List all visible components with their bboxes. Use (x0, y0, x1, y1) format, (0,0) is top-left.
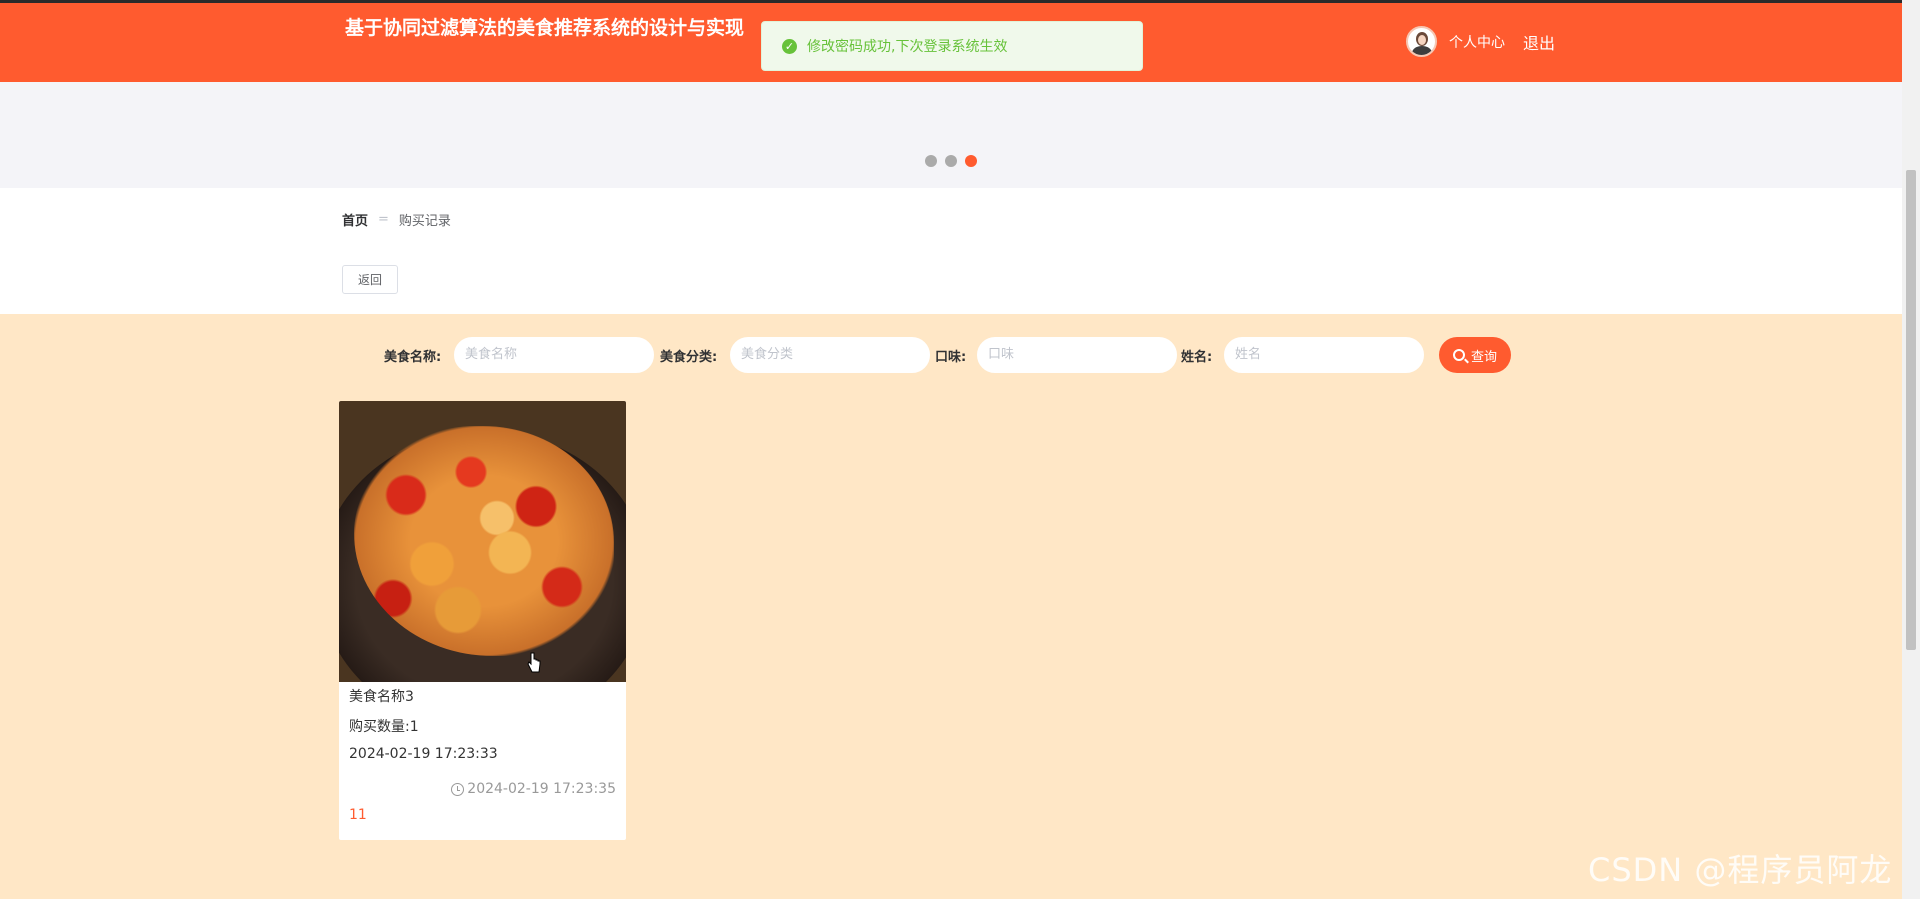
record-count: 11 (349, 807, 367, 823)
breadcrumb: 首页 = 购买记录 (342, 210, 451, 229)
carousel-indicators (925, 155, 977, 167)
user-center-link[interactable]: 个人中心 (1449, 32, 1505, 52)
purchase-time: 2024-02-19 17:23:33 (349, 746, 498, 762)
food-category-label: 美食分类: (660, 350, 718, 365)
success-check-icon: ✓ (782, 38, 797, 54)
scrollbar-thumb[interactable] (1906, 170, 1916, 650)
search-icon (1452, 349, 1465, 361)
taste-input[interactable]: 口味 (977, 337, 1177, 373)
site-title: 基于协同过滤算法的美食推荐系统的设计与实现 (344, 17, 744, 39)
taste-label: 口味: (935, 350, 967, 365)
purchase-record-card[interactable]: 美食名称3 购买数量:1 2024-02-19 17:23:33 2024-02… (339, 401, 626, 840)
hand-cursor-icon (527, 652, 541, 673)
avatar[interactable] (1406, 26, 1437, 57)
carousel-dot-3[interactable] (965, 155, 977, 167)
created-time-text: 2024-02-19 17:23:35 (467, 781, 616, 797)
toast-message: 修改密码成功,下次登录系统生效 (807, 39, 1008, 55)
breadcrumb-separator: = (378, 212, 389, 227)
username-input[interactable]: 姓名 (1224, 337, 1424, 373)
top-header: 基于协同过滤算法的美食推荐系统的设计与实现 ✓ 修改密码成功,下次登录系统生效 … (0, 0, 1902, 82)
clock-icon (451, 782, 465, 796)
food-category-input[interactable]: 美食分类 (730, 337, 930, 373)
breadcrumb-current: 购买记录 (398, 214, 451, 229)
success-toast: ✓ 修改密码成功,下次登录系统生效 (761, 21, 1143, 71)
food-name-label: 美食名称: (384, 350, 442, 365)
food-name: 美食名称3 (349, 689, 414, 705)
banner-carousel (0, 82, 1902, 188)
search-form: 美食名称: 美食名称 美食分类: 美食分类 口味: 口味 姓名: 姓名 查询 (0, 337, 1902, 373)
username-label: 姓名: (1181, 350, 1213, 365)
back-button[interactable]: 返回 (342, 265, 398, 294)
page-scrollbar[interactable] (1902, 0, 1920, 899)
search-button-label: 查询 (1470, 349, 1497, 365)
carousel-dot-2[interactable] (945, 155, 957, 167)
watermark: CSDN @程序员阿龙 (1588, 851, 1893, 889)
logout-link[interactable]: 退出 (1523, 30, 1555, 54)
purchase-quantity: 购买数量:1 (349, 719, 419, 735)
user-area: 个人中心 退出 (1406, 26, 1555, 57)
top-border-line (0, 0, 1902, 3)
breadcrumb-home[interactable]: 首页 (342, 210, 368, 229)
food-image[interactable] (339, 401, 626, 682)
carousel-dot-1[interactable] (925, 155, 937, 167)
search-button[interactable]: 查询 (1439, 337, 1511, 373)
breadcrumb-section: 首页 = 购买记录 返回 (0, 188, 1902, 314)
created-time: 2024-02-19 17:23:35 (451, 781, 616, 797)
food-name-input[interactable]: 美食名称 (454, 337, 654, 373)
